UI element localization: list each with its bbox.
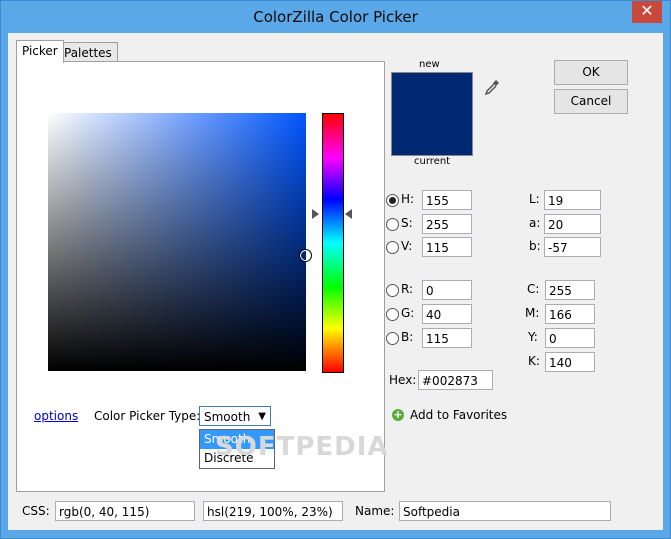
- lab-l-field[interactable]: 19: [544, 190, 601, 210]
- picker-type-select[interactable]: Smooth ▼: [199, 406, 271, 426]
- black-label: K:: [528, 354, 540, 368]
- radio-red[interactable]: [386, 284, 399, 297]
- color-preview-swatch: [391, 72, 473, 156]
- red-label: R:: [401, 282, 414, 296]
- value-field[interactable]: 115: [422, 237, 472, 257]
- saturation-label: S:: [401, 216, 413, 230]
- hue-field[interactable]: 155: [422, 190, 472, 210]
- window-title: ColorZilla Color Picker: [253, 8, 418, 26]
- add-favorite-icon[interactable]: +: [392, 409, 404, 421]
- add-to-favorites-link[interactable]: Add to Favorites: [410, 408, 507, 422]
- lab-b-label: b:: [529, 239, 541, 253]
- radio-saturation[interactable]: [386, 218, 399, 231]
- red-field[interactable]: 0: [422, 280, 472, 300]
- current-label: current: [414, 156, 451, 167]
- css-rgb-field[interactable]: rgb(0, 40, 115): [55, 501, 195, 521]
- radio-blue[interactable]: [386, 332, 399, 345]
- color-cursor[interactable]: [299, 249, 312, 262]
- radio-hue[interactable]: [386, 194, 399, 207]
- css-hsl-field[interactable]: hsl(219, 100%, 23%): [203, 501, 343, 521]
- picker-type-label: Color Picker Type:: [94, 409, 201, 423]
- value-label: V:: [401, 239, 413, 253]
- hex-field[interactable]: #002873: [418, 370, 493, 390]
- watermark: SOFTPEDIA: [215, 432, 389, 462]
- green-label: G:: [401, 306, 415, 320]
- title-bar[interactable]: ColorZilla Color Picker ✕: [1, 1, 670, 33]
- radio-green[interactable]: [386, 308, 399, 321]
- options-link[interactable]: options: [34, 409, 78, 423]
- name-label: Name:: [355, 504, 395, 518]
- yellow-field[interactable]: 0: [545, 328, 595, 348]
- hue-marker-right-icon[interactable]: [345, 209, 352, 219]
- css-label: CSS:: [22, 504, 50, 518]
- tab-picker[interactable]: Picker: [16, 40, 64, 63]
- color-name-field[interactable]: Softpedia: [399, 501, 611, 521]
- picker-type-value: Smooth: [204, 410, 251, 424]
- lab-b-field[interactable]: -57: [544, 237, 601, 257]
- magenta-label: M:: [525, 306, 540, 320]
- black-field[interactable]: 140: [545, 352, 595, 372]
- lab-l-label: L:: [529, 192, 540, 206]
- saturation-value-field[interactable]: [48, 113, 306, 371]
- eyedropper-icon[interactable]: [483, 78, 501, 96]
- hue-marker-left-icon[interactable]: [312, 209, 319, 219]
- hue-slider[interactable]: [322, 113, 344, 373]
- new-label: new: [419, 59, 440, 70]
- cyan-field[interactable]: 255: [545, 280, 595, 300]
- green-field[interactable]: 40: [422, 304, 472, 324]
- close-button[interactable]: ✕: [632, 1, 662, 23]
- cancel-button[interactable]: Cancel: [554, 89, 628, 114]
- hue-label: H:: [401, 192, 415, 206]
- tab-palettes[interactable]: Palettes: [58, 42, 118, 63]
- radio-value[interactable]: [386, 241, 399, 254]
- ok-button[interactable]: OK: [554, 60, 628, 85]
- picker-panel: options Color Picker Type: Smooth ▼ Smoo…: [16, 61, 388, 492]
- magenta-field[interactable]: 166: [545, 304, 595, 324]
- lab-a-field[interactable]: 20: [544, 214, 601, 234]
- colorzilla-window: ColorZilla Color Picker ✕ Picker Palette…: [0, 0, 671, 539]
- dialog-body: Picker Palettes options Color Picker Typ…: [8, 33, 663, 530]
- hex-label: Hex:: [389, 373, 417, 387]
- lab-a-label: a:: [529, 216, 541, 230]
- chevron-down-icon: ▼: [258, 411, 266, 422]
- blue-label: B:: [401, 330, 414, 344]
- saturation-field[interactable]: 255: [422, 214, 472, 234]
- cyan-label: C:: [527, 282, 540, 296]
- blue-field[interactable]: 115: [422, 328, 472, 348]
- yellow-label: Y:: [528, 330, 538, 344]
